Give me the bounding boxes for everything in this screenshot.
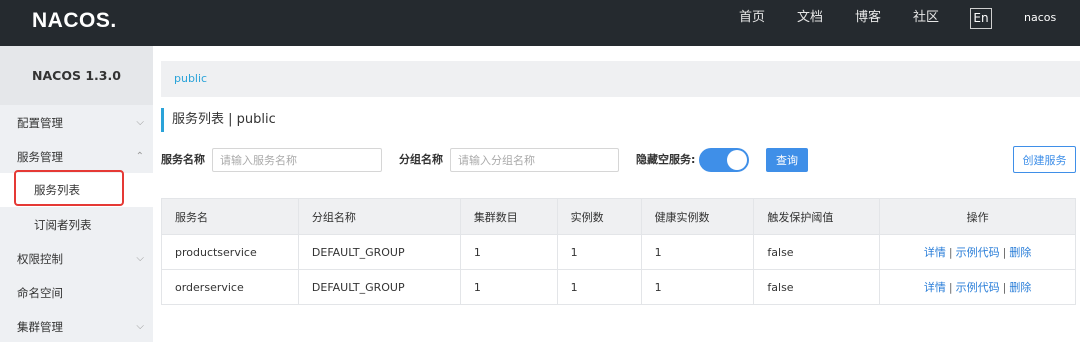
top-navbar: NACOS. 首页 文档 博客 社区 En nacos — [0, 0, 1080, 46]
details-link[interactable]: 详情 — [924, 246, 946, 259]
sidebar-item-label: 订阅者列表 — [34, 218, 92, 232]
protect-threshold-cell: false — [753, 234, 881, 270]
service-name-cell: productservice — [161, 234, 299, 270]
nav-community[interactable]: 社区 — [913, 0, 939, 46]
sidebar-item-label: 集群管理 — [17, 320, 63, 334]
column-header-service-name: 服务名 — [161, 198, 299, 235]
delete-link[interactable]: 删除 — [1009, 246, 1031, 259]
chevron-up-icon: ⌃ — [135, 151, 144, 162]
group-name-input[interactable] — [450, 148, 619, 172]
sample-code-link[interactable]: 示例代码 — [956, 281, 1000, 294]
create-service-button[interactable]: 创建服务 — [1013, 146, 1076, 173]
instance-count-cell: 1 — [556, 234, 642, 270]
delete-link[interactable]: 删除 — [1009, 281, 1031, 294]
table-row: orderservice DEFAULT_GROUP 1 1 1 false 详… — [161, 269, 1076, 305]
namespace-link[interactable]: public — [174, 72, 207, 85]
chevron-down-icon: ⌵ — [136, 321, 144, 332]
group-name-cell: DEFAULT_GROUP — [297, 234, 461, 270]
sidebar-item-label: 命名空间 — [17, 286, 63, 300]
action-separator: | — [948, 246, 953, 259]
sidebar-item-access-control[interactable]: 权限控制 ⌵ — [0, 242, 153, 276]
chevron-down-icon: ⌵ — [136, 117, 144, 128]
namespace-breadcrumb: public — [161, 61, 1080, 97]
page-title: 服务列表 | public — [172, 112, 276, 127]
sidebar-item-service-list[interactable]: 服务列表 — [0, 173, 153, 207]
column-header-instance-count: 实例数 — [556, 198, 642, 235]
nav-docs[interactable]: 文档 — [797, 0, 823, 46]
language-switch[interactable]: En — [970, 8, 992, 29]
service-name-cell: orderservice — [161, 269, 299, 305]
group-name-cell: DEFAULT_GROUP — [297, 269, 461, 305]
column-header-protect-threshold: 触发保护阈值 — [753, 198, 881, 235]
sidebar-item-label: 权限控制 — [17, 252, 63, 266]
service-name-input[interactable] — [212, 148, 382, 172]
hide-empty-services-label: 隐藏空服务: — [636, 153, 696, 166]
group-name-label: 分组名称 — [399, 153, 443, 166]
table-row: productservice DEFAULT_GROUP 1 1 1 false… — [161, 234, 1076, 270]
title-accent-bar — [161, 108, 164, 132]
protect-threshold-cell: false — [753, 269, 881, 305]
instance-count-cell: 1 — [556, 269, 642, 305]
action-separator: | — [1002, 281, 1007, 294]
operations-cell: 详情 | 示例代码 | 删除 — [879, 234, 1076, 270]
details-link[interactable]: 详情 — [924, 281, 946, 294]
column-header-operations: 操作 — [879, 198, 1076, 235]
cluster-count-cell: 1 — [459, 269, 558, 305]
sample-code-link[interactable]: 示例代码 — [956, 246, 1000, 259]
nav-blog[interactable]: 博客 — [855, 0, 881, 46]
cluster-count-cell: 1 — [459, 234, 558, 270]
user-name[interactable]: nacos — [1024, 0, 1056, 36]
column-header-healthy-instances: 健康实例数 — [640, 198, 755, 235]
sidebar-item-config-management[interactable]: 配置管理 ⌵ — [0, 106, 153, 140]
sidebar-item-label: 服务管理 — [17, 150, 63, 164]
sidebar-item-subscriber-list[interactable]: 订阅者列表 — [0, 208, 153, 242]
sidebar: NACOS 1.3.0 配置管理 ⌵ 服务管理 ⌃ 服务列表 订阅者列表 权限控… — [0, 46, 153, 342]
healthy-instances-cell: 1 — [640, 269, 755, 305]
table-header-row: 服务名 分组名称 集群数目 实例数 健康实例数 触发保护阈值 操作 — [161, 198, 1076, 235]
sidebar-item-service-management[interactable]: 服务管理 ⌃ — [0, 140, 153, 174]
healthy-instances-cell: 1 — [640, 234, 755, 270]
service-name-label: 服务名称 — [161, 153, 205, 166]
action-separator: | — [948, 281, 953, 294]
sidebar-item-label: 服务列表 — [34, 183, 80, 197]
service-table: 服务名 分组名称 集群数目 实例数 健康实例数 触发保护阈值 操作 produc… — [161, 198, 1076, 305]
column-header-group-name: 分组名称 — [297, 198, 461, 235]
sidebar-item-cluster-management[interactable]: 集群管理 ⌵ — [0, 310, 153, 344]
version-label: NACOS 1.3.0 — [0, 46, 153, 105]
column-header-cluster-count: 集群数目 — [459, 198, 558, 235]
nacos-logo[interactable]: NACOS. — [32, 9, 117, 33]
action-separator: | — [1002, 246, 1007, 259]
query-button[interactable]: 查询 — [766, 148, 808, 172]
chevron-down-icon: ⌵ — [136, 253, 144, 264]
sidebar-item-label: 配置管理 — [17, 116, 63, 130]
nav-home[interactable]: 首页 — [739, 0, 765, 46]
toggle-knob — [727, 150, 747, 170]
sidebar-item-namespace[interactable]: 命名空间 — [0, 276, 153, 310]
hide-empty-services-toggle[interactable] — [699, 148, 749, 172]
operations-cell: 详情 | 示例代码 | 删除 — [879, 269, 1076, 305]
